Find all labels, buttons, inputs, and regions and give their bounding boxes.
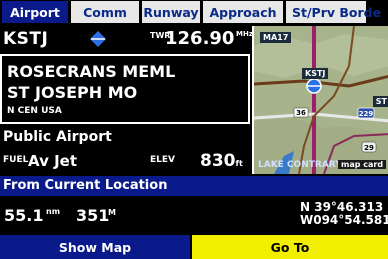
tab-bar: Airport Comm Runway Approach St/Prv Bord… (0, 0, 388, 24)
location-title: From Current Location (3, 178, 168, 193)
map-label-lake: LAKE CONTRARY (258, 160, 342, 170)
airport-region: N CEN USA (7, 106, 62, 116)
elevation-value: 830ft (200, 151, 243, 171)
fuel-elevation-row: FUEL Av Jet ELEV 830ft (0, 148, 250, 174)
airport-ident-row: KSTJ TWR 126.90 MHz (0, 26, 253, 52)
map-label-st: ST (372, 96, 388, 107)
airport-symbol-icon (90, 31, 106, 47)
svg-text:29: 29 (364, 144, 374, 152)
map-graphics: 36 229 29 (254, 26, 388, 174)
fuel-value: Av Jet (28, 152, 77, 170)
tab-state-province-border[interactable]: St/Prv Borde (286, 1, 381, 23)
go-to-button[interactable]: Go To (192, 235, 388, 259)
coordinates: N 39°46.313 W094°54.581 (300, 201, 388, 227)
map-label-kstj: KSTJ (302, 68, 329, 79)
map-label-ma17: MA17 (260, 32, 292, 43)
airport-ident: KSTJ (3, 29, 49, 49)
bearing-unit: M (108, 208, 116, 217)
airport-type: Public Airport (3, 129, 112, 145)
distance-value: 55.1 (4, 206, 44, 225)
tab-approach[interactable]: Approach (203, 1, 283, 23)
frequency-unit: MHz (236, 30, 253, 38)
tab-runway[interactable]: Runway (142, 1, 200, 23)
tab-comm[interactable]: Comm (71, 1, 139, 23)
show-map-button[interactable]: Show Map (0, 235, 190, 259)
distance-unit: nm (46, 207, 61, 216)
tower-frequency: 126.90 (165, 28, 235, 49)
airport-name-box: ROSECRANS MEML ST JOSEPH MO N CEN USA (0, 54, 250, 124)
tab-airport[interactable]: Airport (2, 1, 68, 23)
airport-info-screen: Airport Comm Runway Approach St/Prv Bord… (0, 0, 388, 259)
airport-city-state: ST JOSEPH MO (7, 83, 138, 102)
svg-text:36: 36 (296, 109, 306, 117)
map-card-label: map card (338, 160, 387, 169)
location-row: 55.1 nm 351 M N 39°46.313 W094°54.581 (0, 197, 388, 233)
airport-map[interactable]: 36 229 29 MA17 KSTJ ST LAKE CONTRARY map… (252, 26, 388, 174)
longitude: W094°54.581 (300, 213, 388, 227)
location-header: From Current Location (0, 176, 388, 196)
bearing-value: 351 (76, 206, 110, 225)
airport-type-row: Public Airport (0, 126, 250, 148)
fuel-label: FUEL (3, 155, 29, 165)
airport-name: ROSECRANS MEML (7, 62, 176, 81)
elevation-label: ELEV (150, 155, 175, 165)
svg-text:229: 229 (359, 110, 374, 118)
